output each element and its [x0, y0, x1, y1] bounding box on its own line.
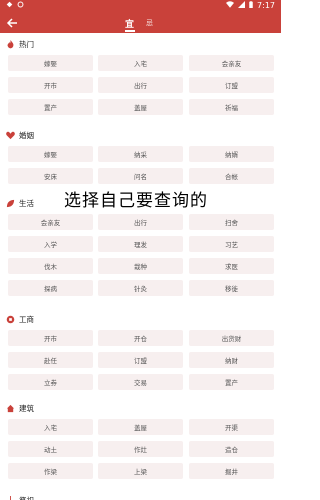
activity-tag[interactable]: 伐木 [8, 258, 93, 274]
activity-tag[interactable]: 上梁 [98, 463, 183, 479]
activity-tag[interactable]: 合帐 [189, 168, 274, 184]
section-title: 建筑 [6, 403, 34, 414]
section-title-label: 建筑 [19, 404, 34, 413]
activity-tag[interactable]: 针灸 [98, 280, 183, 296]
activity-tag[interactable]: 会亲友 [189, 55, 274, 71]
activity-tag[interactable]: 扫舍 [189, 214, 274, 230]
tab-indicator [125, 30, 135, 32]
settings-icon [17, 1, 24, 10]
status-bar: 7:17 [0, 0, 281, 13]
activity-tag[interactable]: 入学 [8, 236, 93, 252]
section-title-label: 生活 [19, 199, 34, 208]
activity-tag[interactable]: 安床 [8, 168, 93, 184]
activity-tag[interactable]: 求医 [189, 258, 274, 274]
activity-tag[interactable]: 出行 [98, 77, 183, 93]
activity-tag[interactable]: 栽种 [98, 258, 183, 274]
activity-tag[interactable]: 作灶 [98, 441, 183, 457]
activity-tag[interactable]: 置产 [189, 374, 274, 390]
fire-icon [6, 40, 15, 49]
activity-tag[interactable]: 入宅 [98, 55, 183, 71]
activity-tag[interactable]: 立券 [8, 374, 93, 390]
tab-yi[interactable]: 宜 [125, 17, 134, 30]
activity-tag[interactable]: 置产 [8, 99, 93, 115]
activity-tag[interactable]: 嫁娶 [8, 146, 93, 162]
activity-tag[interactable]: 纳采 [98, 146, 183, 162]
section-title-label: 婚姻 [19, 131, 34, 140]
activity-tag[interactable]: 习艺 [189, 236, 274, 252]
activity-tag[interactable]: 探病 [8, 280, 93, 296]
wifi-icon [226, 1, 235, 10]
activity-tag[interactable]: 纳财 [189, 352, 274, 368]
activity-tag[interactable]: 交易 [98, 374, 183, 390]
house-icon [6, 404, 15, 413]
activity-tag[interactable]: 开渠 [189, 419, 274, 435]
activity-tag[interactable]: 理发 [98, 236, 183, 252]
activity-tag[interactable]: 盖屋 [98, 99, 183, 115]
activity-tag[interactable]: 开市 [8, 77, 93, 93]
section-title: 婚姻 [6, 130, 34, 141]
back-arrow-icon[interactable] [5, 15, 19, 29]
section-title: 工商 [6, 314, 34, 325]
activity-tag[interactable]: 订盟 [98, 352, 183, 368]
leaf-icon [6, 199, 15, 208]
section-title: 热门 [6, 39, 34, 50]
section-title-label: 祭祀 [19, 495, 34, 500]
activity-tag[interactable]: 纳婿 [189, 146, 274, 162]
activity-tag[interactable]: 开仓 [98, 330, 183, 346]
content-list: 热门 嫁娶 入宅 会亲友 开市 出行 订盟 置产 盖屋 祈福 婚姻 嫁娶 纳采 纳婿 安床 问名 合帐 生活 会亲友… [0, 33, 281, 500]
battery-icon [249, 1, 253, 10]
activity-tag[interactable]: 动土 [8, 441, 93, 457]
activity-tag[interactable]: 问名 [98, 168, 183, 184]
overlay-caption: 选择自己要查询的 [64, 191, 208, 211]
activity-tag[interactable]: 会亲友 [8, 214, 93, 230]
activity-tag[interactable]: 造仓 [189, 441, 274, 457]
activity-tag[interactable]: 出行 [98, 214, 183, 230]
activity-tag[interactable]: 开市 [8, 330, 93, 346]
activity-tag[interactable]: 嫁娶 [8, 55, 93, 71]
activity-tag[interactable]: 出货财 [189, 330, 274, 346]
activity-tag[interactable]: 移徙 [189, 280, 274, 296]
activity-tag[interactable]: 订盟 [189, 77, 274, 93]
heart-icon [6, 131, 15, 140]
section-title: 生活 [6, 198, 34, 209]
activity-tag[interactable]: 祈福 [189, 99, 274, 115]
signal-icon [238, 1, 246, 10]
coin-icon [6, 315, 15, 324]
section-title: 祭祀 [6, 495, 34, 500]
activity-tag[interactable]: 赴任 [8, 352, 93, 368]
activity-tag[interactable]: 入宅 [8, 419, 93, 435]
app-notification-icon [6, 1, 13, 10]
incense-icon [6, 496, 15, 500]
status-time: 7:17 [257, 1, 275, 10]
activity-tag[interactable]: 盖屋 [98, 419, 183, 435]
activity-tag[interactable]: 作梁 [8, 463, 93, 479]
section-title-label: 工商 [19, 315, 34, 324]
tab-ji[interactable]: 忌 [146, 18, 153, 28]
activity-tag[interactable]: 掘井 [189, 463, 274, 479]
app-bar: 宜 忌 [0, 13, 281, 33]
section-title-label: 热门 [19, 40, 34, 49]
